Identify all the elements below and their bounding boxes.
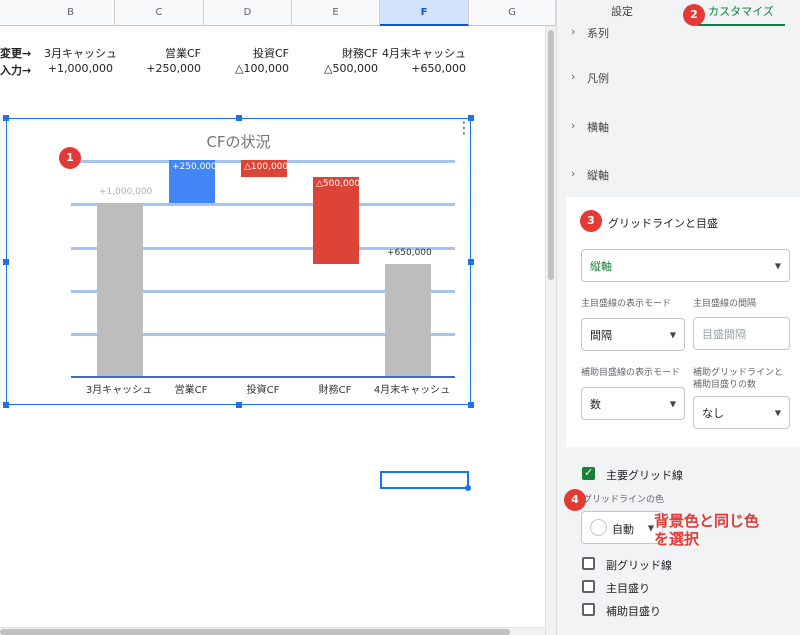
- accordion-series[interactable]: › 系列: [571, 25, 609, 41]
- major-mode-select[interactable]: 間隔 ▼: [581, 318, 685, 351]
- minor-mode-select[interactable]: 数 ▼: [581, 387, 685, 420]
- major-tick-label: 主目盛り: [606, 582, 650, 595]
- cell-row1-b[interactable]: 3月キャッシュ: [44, 45, 117, 61]
- data-label-1: +1,000,000: [99, 187, 153, 198]
- x-axis-line: [71, 376, 455, 378]
- cell-row1-d[interactable]: 投資CF: [208, 45, 289, 61]
- minor-count-label-1: 補助グリッドラインと: [693, 368, 784, 378]
- cell-row1-e[interactable]: 財務CF: [296, 45, 378, 61]
- cell-row2-f[interactable]: +650,000: [382, 62, 466, 75]
- chevron-right-icon: ›: [571, 119, 576, 132]
- accordion-vertical-axis[interactable]: › 縦軸: [571, 167, 609, 183]
- tab-customize[interactable]: カスタマイズ: [697, 0, 785, 26]
- cell-row2-e[interactable]: △500,000: [296, 62, 378, 75]
- minor-tick-label: 補助目盛り: [606, 605, 661, 618]
- major-interval-label: 主目盛線の間隔: [693, 299, 757, 309]
- x-tick-label: 営業CF: [174, 385, 208, 396]
- color-swatch: [590, 519, 607, 536]
- callout-badge-3: 3: [580, 210, 602, 232]
- minor-gridline-label: 副グリッド線: [606, 559, 672, 572]
- major-gridline-checkbox[interactable]: [582, 466, 595, 480]
- column-header-f[interactable]: F: [380, 0, 469, 26]
- tab-setup[interactable]: 設定: [597, 0, 647, 26]
- x-tick-label: 4月末キャッシュ: [373, 385, 451, 396]
- major-gridline-label: 主要グリッド線: [606, 469, 683, 482]
- grid-color-label: グリッドラインの色: [583, 495, 665, 505]
- data-label-4: △500,000: [316, 179, 361, 190]
- annotation-text: 背景色と同じ色 を選択: [654, 512, 760, 548]
- chart-menu-icon[interactable]: ⋮: [456, 120, 472, 136]
- accordion-horizontal-axis[interactable]: › 横軸: [571, 119, 609, 135]
- column-header-d[interactable]: D: [204, 0, 292, 26]
- cell-row2-label[interactable]: 入力→: [0, 62, 31, 78]
- section-title[interactable]: グリッドラインと目盛: [608, 215, 718, 231]
- minor-mode-label: 補助目盛線の表示モード: [581, 368, 681, 378]
- dropdown-arrow-icon: ▼: [669, 330, 676, 339]
- data-label-2: +250,000: [172, 162, 217, 172]
- scrollbar-thumb[interactable]: [548, 30, 554, 280]
- resize-handle-l[interactable]: [3, 259, 9, 265]
- column-header-row: B C D E F G: [0, 0, 556, 26]
- resize-handle-bl[interactable]: [3, 402, 9, 408]
- minor-tick-checkbox[interactable]: [582, 603, 595, 616]
- cell-row2-c[interactable]: +250,000: [120, 62, 201, 75]
- resize-handle-br[interactable]: [468, 402, 474, 408]
- minor-count-label-2: 補助目盛りの数: [693, 380, 757, 390]
- x-tick-label: 投資CF: [246, 385, 280, 396]
- bar-5[interactable]: [385, 263, 431, 376]
- resize-handle-tl[interactable]: [3, 115, 9, 121]
- resize-handle-t[interactable]: [236, 115, 242, 121]
- x-tick-label: 3月キャッシュ: [85, 385, 153, 396]
- fill-handle[interactable]: [465, 485, 471, 491]
- column-header-e[interactable]: E: [292, 0, 380, 26]
- major-interval-input[interactable]: 目盛間隔: [693, 317, 790, 350]
- column-header-c[interactable]: C: [115, 0, 204, 26]
- bar-1[interactable]: [97, 203, 143, 376]
- data-label-3: △100,000: [244, 162, 289, 172]
- horizontal-scrollbar[interactable]: [0, 627, 545, 635]
- bar-4[interactable]: [313, 177, 359, 264]
- callout-badge-4: 4: [564, 489, 586, 511]
- accordion-legend[interactable]: › 凡例: [571, 70, 609, 86]
- scrollbar-thumb[interactable]: [0, 629, 510, 635]
- dropdown-arrow-icon: ▼: [774, 408, 781, 417]
- column-header-g[interactable]: G: [469, 0, 556, 26]
- cell-row1-f[interactable]: 4月末キャッシュ: [382, 45, 466, 61]
- chevron-right-icon: ›: [571, 167, 576, 180]
- chevron-right-icon: ›: [571, 70, 576, 83]
- cell-row2-b[interactable]: +1,000,000: [30, 62, 113, 75]
- resize-handle-b[interactable]: [236, 402, 242, 408]
- chevron-right-icon: ›: [571, 25, 576, 38]
- major-mode-label: 主目盛線の表示モード: [581, 299, 672, 309]
- dropdown-arrow-icon: ▼: [669, 399, 676, 408]
- minor-gridline-checkbox[interactable]: [582, 557, 595, 570]
- resize-handle-r[interactable]: [468, 259, 474, 265]
- x-tick-label: 財務CF: [318, 385, 352, 396]
- cell-row1-label[interactable]: 変更→: [0, 45, 31, 61]
- cell-row1-c[interactable]: 営業CF: [120, 45, 201, 61]
- column-header-b[interactable]: B: [27, 0, 115, 26]
- vertical-scrollbar[interactable]: [545, 26, 556, 635]
- axis-select[interactable]: 縦軸 ▼: [581, 249, 790, 282]
- selected-cell[interactable]: [380, 471, 471, 491]
- major-tick-checkbox[interactable]: [582, 580, 595, 593]
- callout-badge-1: 1: [59, 147, 81, 169]
- dropdown-arrow-icon: ▼: [774, 261, 781, 270]
- spreadsheet-grid[interactable]: B C D E F G 変更→ 3月キャッシュ 営業CF 投資CF 財務CF 4…: [0, 0, 556, 635]
- callout-badge-2: 2: [683, 4, 705, 26]
- grid-color-select[interactable]: 自動 ▼: [581, 511, 663, 544]
- cell-row2-d[interactable]: △100,000: [208, 62, 289, 75]
- data-label-5: +650,000: [387, 247, 432, 258]
- minor-count-select[interactable]: なし ▼: [693, 396, 790, 429]
